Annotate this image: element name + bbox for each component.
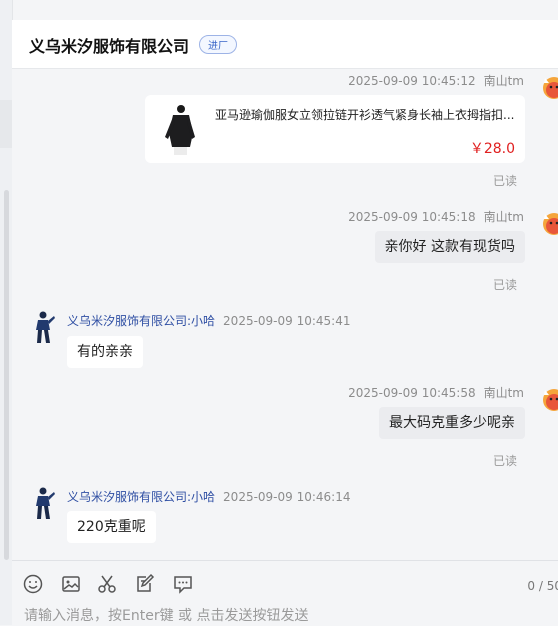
message-meta: 2025-09-09 10:45:18 南山tm	[348, 208, 524, 225]
message-bubble[interactable]: 最大码克重多少呢亲	[379, 407, 525, 439]
chat-title: 义乌米汐服饰有限公司	[29, 37, 190, 56]
message-time: 2025-09-09 10:45:41	[223, 314, 351, 328]
avatar-cow-icon	[540, 384, 558, 412]
message-meta: 义乌米汐服饰有限公司:小哈 2025-09-09 10:45:41	[67, 312, 351, 329]
message-sender[interactable]: 义乌米汐服饰有限公司:小哈	[67, 314, 215, 328]
message-sender: 南山tm	[483, 210, 524, 224]
message-composer: 0 / 50	[12, 560, 558, 626]
message-bubble[interactable]: 亲你好 这款有现货吗	[374, 231, 525, 263]
image-icon[interactable]	[60, 573, 82, 595]
edit-icon[interactable]	[134, 573, 156, 595]
emoji-icon[interactable]	[22, 573, 44, 595]
quick-reply-icon[interactable]	[172, 573, 194, 595]
scissors-icon[interactable]	[96, 573, 118, 595]
message-list[interactable]: 2025-09-09 10:45:12 南山tm 亚马逊瑜伽服女立领拉链开衫透气…	[12, 68, 558, 558]
product-thumbnail	[157, 103, 203, 155]
message-meta: 2025-09-09 10:45:58 南山tm	[348, 384, 524, 401]
enter-factory-badge[interactable]: 进厂	[199, 35, 237, 54]
character-counter: 0 / 50	[527, 579, 558, 593]
message-sender[interactable]: 义乌米汐服饰有限公司:小哈	[67, 490, 215, 504]
product-card[interactable]: 亚马逊瑜伽服女立领拉链开衫透气紧身长袖上衣拇指扣... ￥28.0	[145, 95, 525, 163]
read-status: 已读	[492, 454, 517, 468]
product-title: 亚马逊瑜伽服女立领拉链开衫透气紧身长袖上衣拇指扣...	[215, 108, 515, 122]
message-time: 2025-09-09 10:45:18	[348, 210, 476, 224]
message-meta: 2025-09-09 10:45:12 南山tm	[348, 72, 524, 89]
product-price: ￥28.0	[469, 141, 515, 157]
chat-header: 义乌米汐服饰有限公司 进厂	[12, 20, 558, 69]
message-meta: 义乌米汐服饰有限公司:小哈 2025-09-09 10:46:14	[67, 488, 351, 505]
message-input[interactable]	[24, 606, 544, 626]
message-bubble[interactable]: 有的亲亲	[67, 336, 143, 368]
chat-window: 义乌米汐服饰有限公司 进厂 2025-09-09 10:45:12 南山tm 亚…	[12, 20, 558, 626]
background-tab	[0, 100, 12, 148]
avatar-model-icon	[30, 486, 56, 520]
message-time: 2025-09-09 10:45:58	[348, 386, 476, 400]
read-status: 已读	[492, 174, 517, 188]
message-time: 2025-09-09 10:45:12	[348, 74, 476, 88]
message-time: 2025-09-09 10:46:14	[223, 490, 351, 504]
avatar-cow-icon	[540, 208, 558, 236]
avatar-cow-icon	[540, 72, 558, 100]
background-scrollbar	[4, 190, 9, 560]
avatar-model-icon	[30, 310, 56, 344]
read-status: 已读	[492, 278, 517, 292]
message-sender: 南山tm	[483, 386, 524, 400]
message-sender: 南山tm	[483, 74, 524, 88]
message-bubble[interactable]: 220克重呢	[67, 511, 156, 543]
